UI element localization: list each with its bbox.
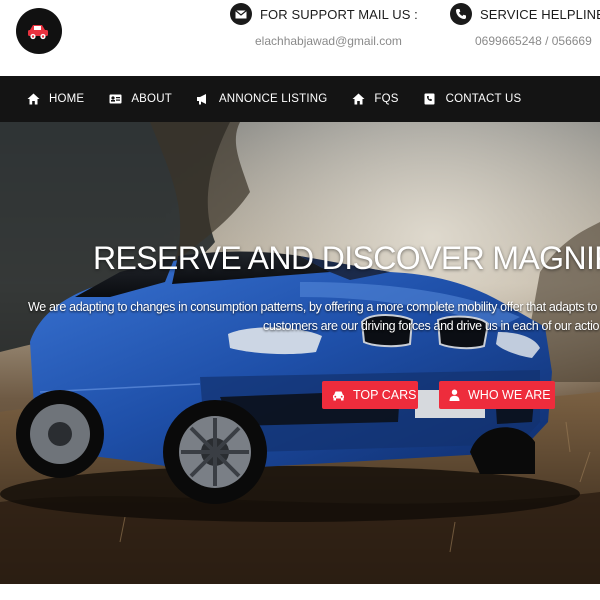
nav-item-annonce-listing[interactable]: ANNONCE LISTING xyxy=(172,76,327,122)
hero-description-line-2: customers are our driving forces and dri… xyxy=(263,319,600,333)
who-we-are-label: WHO WE ARE xyxy=(468,388,551,402)
top-cars-label: TOP CARS xyxy=(353,388,417,402)
helpline-phone[interactable]: 0699665248 / 056669 xyxy=(475,34,592,48)
service-helpline-block: SERVICE HELPLINE CA 0699665248 / 056669 xyxy=(450,2,600,48)
phone-icon xyxy=(450,3,472,25)
who-we-are-button[interactable]: WHO WE ARE xyxy=(439,381,555,409)
home-icon xyxy=(351,92,365,106)
hero-background-image xyxy=(0,122,600,584)
phone-book-icon xyxy=(423,92,437,106)
car-logo-icon xyxy=(28,25,48,40)
nav-item-label: FQS xyxy=(374,93,399,105)
user-icon xyxy=(449,389,460,401)
main-nav: HOME ABOUT ANNONCE LISTING FQS CONTACT U… xyxy=(0,76,600,122)
id-card-icon xyxy=(108,92,122,106)
envelope-icon xyxy=(230,3,252,25)
support-email[interactable]: elachhabjawad@gmail.com xyxy=(255,34,402,48)
logo[interactable] xyxy=(16,8,62,54)
top-header: FOR SUPPORT MAIL US : elachhabjawad@gmai… xyxy=(0,0,600,76)
nav-item-label: ANNONCE LISTING xyxy=(218,93,328,105)
nav-item-fqs[interactable]: FQS xyxy=(327,76,398,122)
helpline-title: SERVICE HELPLINE CA xyxy=(480,6,600,22)
nav-item-contact-us[interactable]: CONTACT US xyxy=(399,76,522,122)
nav-item-label: HOME xyxy=(49,93,85,105)
nav-item-home[interactable]: HOME xyxy=(0,76,84,122)
home-icon xyxy=(26,92,40,106)
car-icon xyxy=(332,390,345,401)
nav-item-about[interactable]: ABOUT xyxy=(84,76,172,122)
hero-title: RESERVE AND DISCOVER MAGNIFIC xyxy=(93,240,600,276)
support-mail-title: FOR SUPPORT MAIL US : xyxy=(260,6,418,22)
hero-banner: RESERVE AND DISCOVER MAGNIFIC We are ada… xyxy=(0,122,600,584)
megaphone-icon xyxy=(196,92,210,106)
support-mail-block: FOR SUPPORT MAIL US : elachhabjawad@gmai… xyxy=(230,2,418,48)
bottom-strip xyxy=(0,584,600,600)
nav-item-label: CONTACT US xyxy=(445,93,522,105)
hero-description-line-1: We are adapting to changes in consumptio… xyxy=(28,300,598,314)
top-cars-button[interactable]: TOP CARS xyxy=(322,381,418,409)
nav-item-label: ABOUT xyxy=(131,93,172,105)
